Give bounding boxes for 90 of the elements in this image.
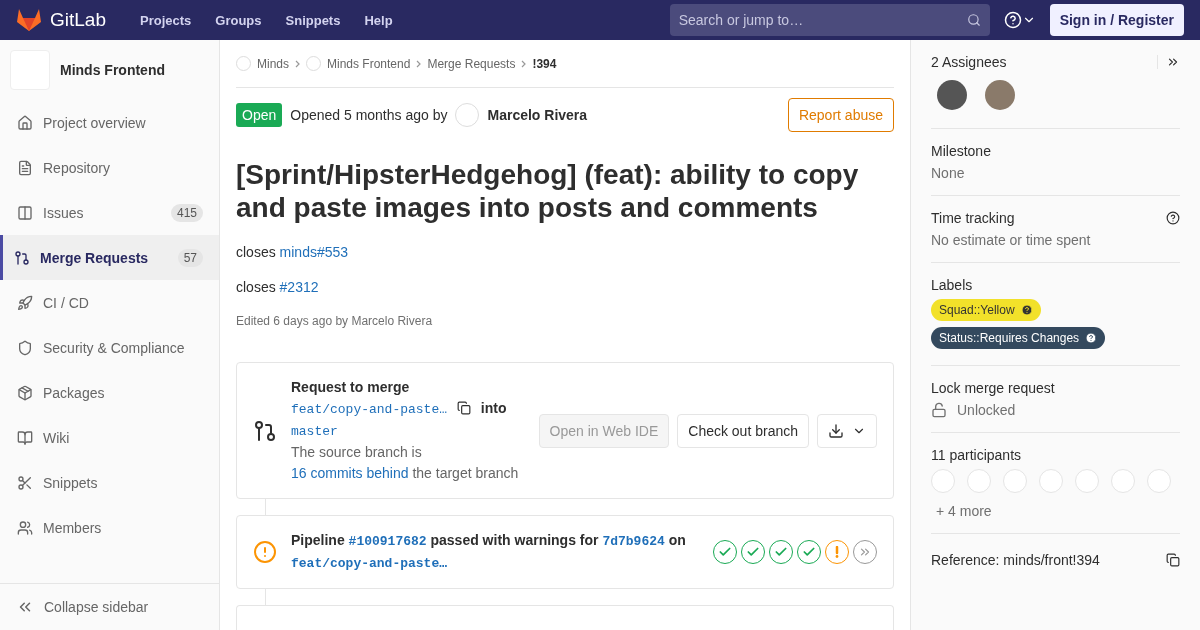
more-participants-link[interactable]: + 4 more — [936, 503, 1180, 519]
copy-icon[interactable] — [1166, 553, 1180, 567]
commit-link[interactable]: 7d7b9624 — [602, 534, 665, 549]
breadcrumb-link[interactable]: Minds Frontend — [327, 56, 411, 71]
package-icon — [17, 384, 33, 401]
description-paragraph: closes minds#553 — [236, 244, 350, 260]
reference-text: Reference: minds/front!394 — [931, 552, 1100, 568]
label-tag[interactable]: Squad::Yellow — [931, 299, 1041, 321]
sidebar-item[interactable]: Project overview — [0, 100, 219, 145]
rocket-icon — [17, 294, 33, 311]
gitlab-wordmark[interactable]: GitLab — [50, 9, 106, 31]
expand-sidebar-button[interactable] — [1157, 55, 1180, 69]
breadcrumb-link[interactable]: Merge Requests — [427, 56, 516, 71]
columns-icon — [17, 204, 33, 221]
help-icon — [1003, 11, 1022, 29]
people-icon — [17, 519, 33, 536]
copy-icon[interactable] — [456, 401, 471, 415]
chevron-right-icon — [295, 59, 300, 68]
opened-text: Opened 5 months ago by — [290, 107, 448, 123]
home-icon — [17, 114, 33, 131]
labels-title: Labels — [931, 277, 973, 293]
breadcrumb-link[interactable]: !394 — [532, 56, 557, 71]
pipeline-text: Pipeline #100917682 passed with warnings for 7d7b9624 on feat/copy-and-paste… — [291, 531, 687, 573]
avatar-circle[interactable] — [985, 80, 1015, 110]
document-icon — [17, 159, 33, 176]
book-icon — [17, 429, 33, 446]
milestone-value: None — [931, 165, 966, 181]
avatar-circle — [306, 56, 321, 71]
sidebar-item[interactable]: Members — [0, 505, 219, 550]
help-icon[interactable] — [1166, 211, 1180, 225]
double-chevron-right-icon — [1166, 55, 1180, 69]
sidebar-item[interactable]: Wiki — [0, 415, 219, 460]
merge-request-title: [Sprint/HipsterHedgehog] (feat): ability to copy and paste images into posts and comments — [236, 158, 860, 224]
report-abuse-button[interactable]: Report abuse — [787, 98, 894, 132]
nav-link[interactable]: Groups — [207, 12, 270, 28]
author-link[interactable]: Marcelo Rivera — [487, 107, 588, 123]
branch-link[interactable]: feat/copy-and-paste… — [291, 402, 448, 417]
assignees-title: 2 Assignees — [931, 54, 1007, 70]
nav-link[interactable]: Projects — [132, 12, 200, 28]
chevron-right-icon — [416, 59, 422, 68]
nav-link[interactable]: Help — [356, 12, 401, 28]
search-icon — [966, 13, 981, 27]
checkout-branch-button[interactable]: Check out branch — [677, 413, 809, 448]
collapse-sidebar-link[interactable]: Collapse sidebar — [0, 583, 219, 630]
branch-link[interactable]: master — [291, 424, 338, 439]
count-badge: 415 — [170, 203, 203, 222]
scissors-icon — [17, 474, 33, 491]
download-icon — [828, 422, 844, 439]
label-tag[interactable]: Status::Requires Changes — [931, 327, 1106, 349]
download-dropdown-button[interactable] — [817, 413, 877, 448]
help-icon — [1085, 332, 1098, 344]
count-badge: 57 — [177, 248, 203, 267]
commits-behind-link[interactable]: 16 commits behind — [291, 465, 409, 481]
edited-note: Edited 6 days ago by Marcelo Rivera — [236, 314, 434, 328]
merge-request-icon — [253, 418, 277, 443]
sidebar-item[interactable]: Packages — [0, 370, 219, 415]
merge-info-text: Request to merge feat/copy-and-paste… into master The source branch is 16 commits behind the target branch — [291, 378, 520, 483]
breadcrumb-link[interactable]: Minds — [257, 56, 289, 71]
lock-title: Lock merge request — [931, 380, 1055, 396]
avatar-circle[interactable] — [937, 80, 967, 110]
sidebar-item[interactable]: Security & Compliance — [0, 325, 219, 370]
search-field[interactable]: Search or jump to… — [669, 4, 990, 36]
sidebar-item[interactable]: Snippets — [0, 460, 219, 505]
sidebar-item[interactable]: Merge Requests 57 — [0, 235, 219, 280]
nav-link[interactable]: Snippets — [277, 12, 349, 28]
project-name[interactable]: Minds Frontend — [60, 62, 165, 78]
user-avatar — [455, 103, 480, 127]
issue-link[interactable]: minds#553 — [279, 244, 349, 260]
sidebar-item[interactable]: CI / CD — [0, 280, 219, 325]
time-tracking-title: Time tracking — [931, 210, 1015, 226]
issue-link[interactable]: #2312 — [279, 279, 319, 295]
unlocked-lock-icon — [931, 402, 947, 418]
help-icon — [1020, 304, 1033, 316]
time-tracking-value: No estimate or time spent — [931, 232, 1092, 248]
sidebar-item[interactable]: Issues 415 — [0, 190, 219, 235]
status-badge: Open — [236, 103, 283, 127]
sidebar-item[interactable]: Repository — [0, 145, 219, 190]
merge-request-icon — [14, 249, 30, 266]
warning-icon — [253, 540, 277, 564]
lock-value: Unlocked — [957, 402, 1016, 418]
chevron-right-icon — [521, 59, 527, 68]
fox-logo-icon — [16, 8, 42, 32]
participants-title: 11 participants — [931, 447, 1021, 463]
milestone-title: Milestone — [931, 143, 991, 159]
description-paragraph: closes #2312 — [236, 279, 320, 295]
branch-link[interactable]: feat/copy-and-paste… — [291, 556, 448, 571]
avatar-circle — [236, 56, 251, 71]
shield-icon — [17, 339, 33, 356]
pipeline-link[interactable]: #100917682 — [348, 534, 427, 549]
sign-in-button[interactable]: Sign in / Register — [1049, 4, 1184, 36]
